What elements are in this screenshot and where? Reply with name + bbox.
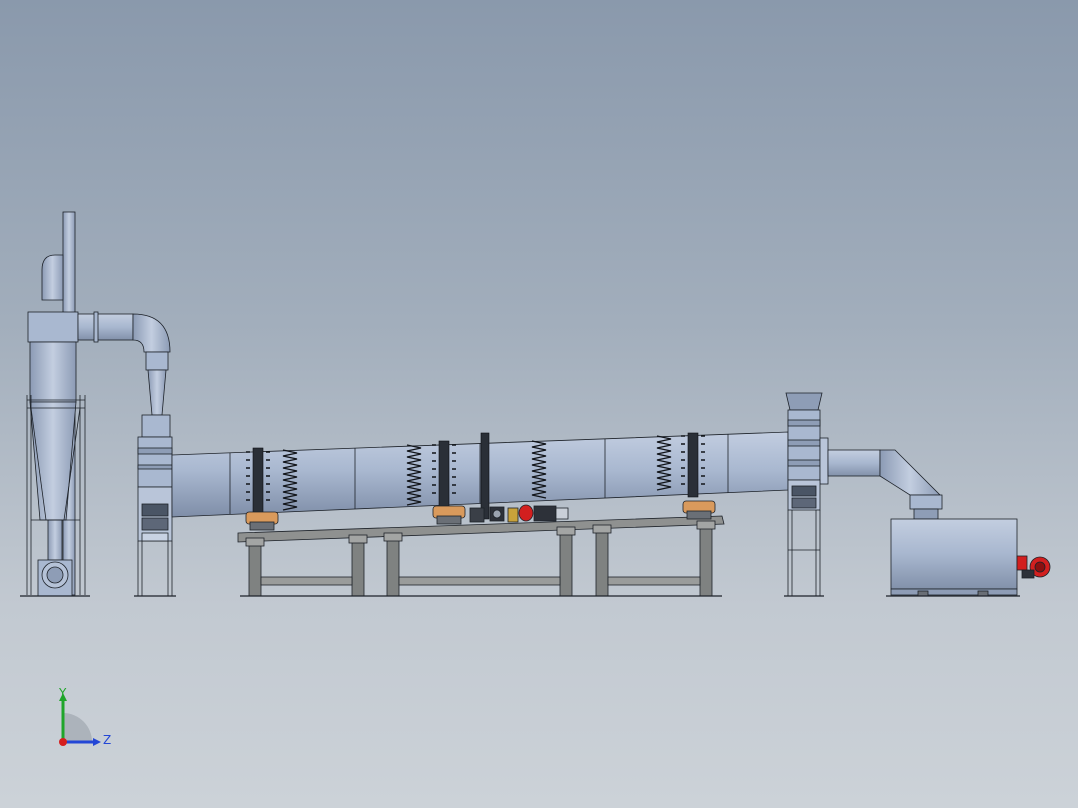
cyclone-inlet-elbow [41, 254, 64, 301]
graphics-viewport[interactable]: Y Z [0, 0, 1078, 808]
x-axis-dot [59, 738, 67, 746]
discharge-housing[interactable] [134, 436, 176, 597]
coupling-red [518, 504, 534, 522]
riding-ring-right [687, 432, 699, 498]
riding-ring-left [252, 447, 264, 517]
hot-air-duct[interactable] [827, 449, 943, 520]
duct-elbow [132, 313, 171, 353]
rotary-dryer-assembly-model[interactable] [0, 0, 1078, 808]
exhaust-duct[interactable] [77, 311, 171, 438]
inlet-housing[interactable] [784, 392, 829, 597]
cyclone-body-top [27, 311, 79, 343]
support-frame[interactable] [237, 515, 725, 597]
y-axis-label: Y [58, 686, 67, 700]
girth-gear [480, 432, 490, 520]
feed-hopper [785, 392, 823, 411]
hot-air-furnace[interactable] [886, 518, 1020, 597]
cyclone-body [29, 341, 77, 403]
burner[interactable] [1016, 555, 1051, 579]
riding-ring-mid [438, 440, 450, 508]
z-axis-label: Z [103, 733, 111, 747]
cyclone-separator[interactable] [20, 211, 90, 597]
view-orientation-triad[interactable]: Y Z [50, 685, 120, 755]
z-axis-arrow [93, 738, 101, 746]
triad-plane-shade [63, 713, 92, 742]
